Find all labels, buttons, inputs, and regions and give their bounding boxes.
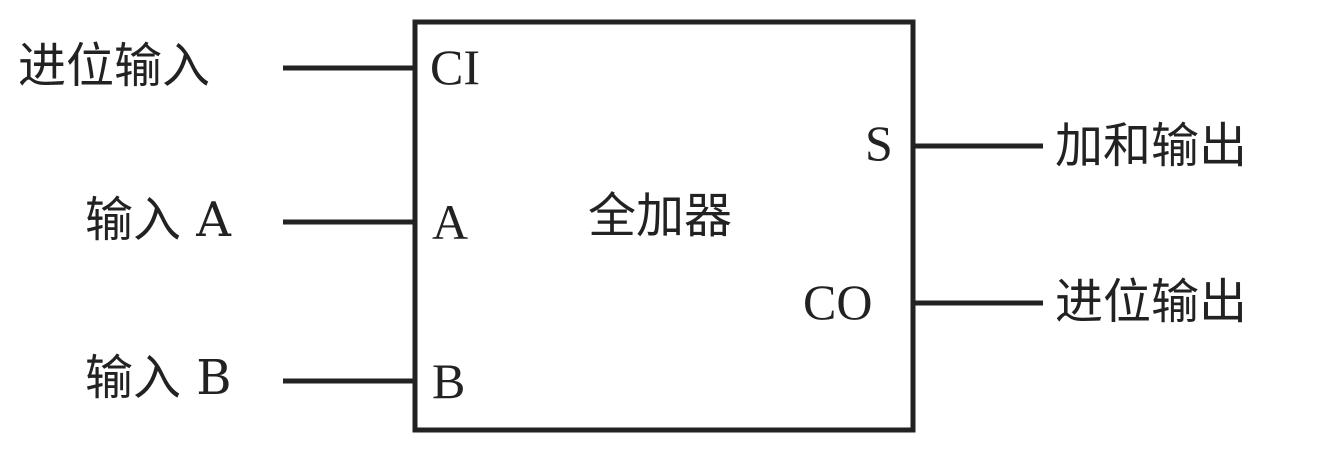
block-title: 全加器: [588, 188, 733, 244]
input-label-b: 输入 B: [85, 350, 232, 406]
output-label-sum: 加和输出: [1055, 118, 1248, 174]
pin-ci: CI: [430, 39, 480, 95]
output-label-carry-out: 进位输出: [1055, 274, 1248, 330]
pin-s: S: [865, 115, 893, 171]
pin-co: CO: [803, 274, 873, 330]
pin-a: A: [432, 194, 469, 250]
full-adder-diagram: 进位输入 输入 A 输入 B CI A B 全加器 S CO 加和输出 进位输出: [0, 0, 1326, 454]
pin-b: B: [432, 353, 466, 409]
input-label-a: 输入 A: [85, 192, 231, 248]
input-label-carry-in: 进位输入: [18, 38, 211, 94]
